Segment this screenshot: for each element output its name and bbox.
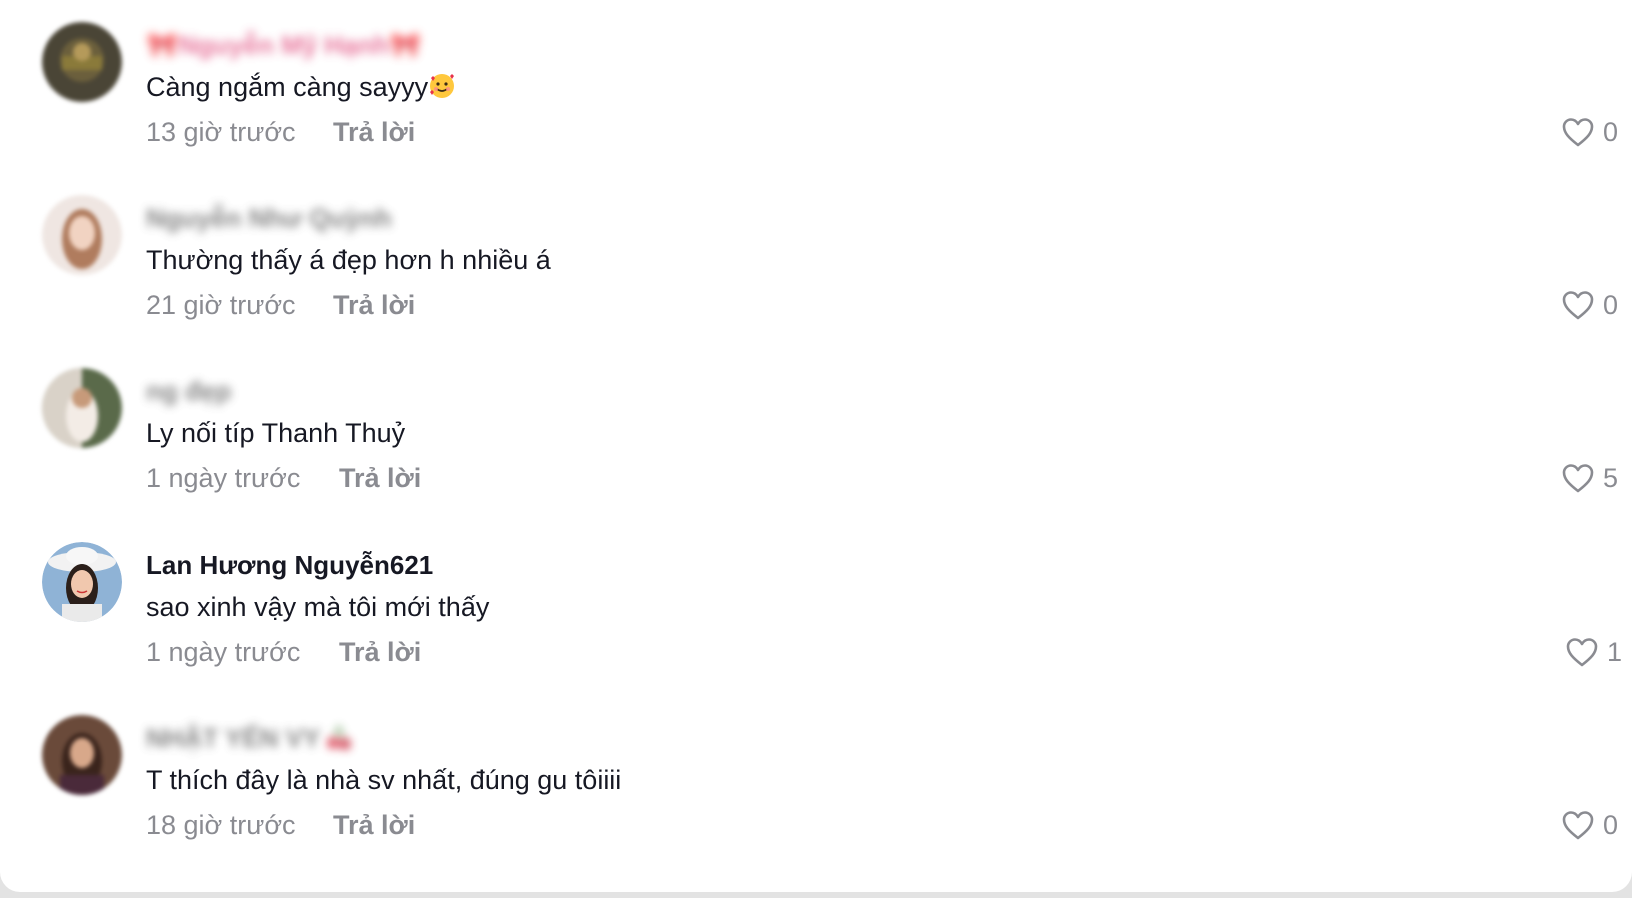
- comment-timestamp: 13 giờ trước: [146, 117, 296, 147]
- comment-item: 🎀Nguyễn Mỹ Hạnh🎀 Càng ngắm càng sayyy 13…: [0, 0, 1632, 170]
- username-text: NHẬT YẾN VY: [146, 723, 321, 753]
- like-button[interactable]: 0: [1561, 287, 1618, 323]
- smiling-face-with-hearts-icon: [428, 72, 456, 100]
- like-button[interactable]: 0: [1561, 114, 1618, 150]
- comment-timestamp: 21 giờ trước: [146, 290, 296, 320]
- reply-button[interactable]: Trả lời: [339, 462, 421, 494]
- reply-button[interactable]: Trả lời: [333, 116, 415, 148]
- cherries-icon: [326, 723, 352, 751]
- comment-list: 🎀Nguyễn Mỹ Hạnh🎀 Càng ngắm càng sayyy 13…: [0, 0, 1632, 892]
- heart-icon: [1562, 811, 1594, 840]
- comment-item: NHẬT YẾN VY T thích đây là nhà sv nhất, …: [0, 693, 1632, 863]
- username[interactable]: ng đẹp: [146, 376, 231, 406]
- like-count: 0: [1602, 117, 1618, 147]
- comment-text: Càng ngắm càng sayyy: [146, 70, 456, 104]
- avatar[interactable]: [42, 715, 122, 795]
- comment-timestamp: 1 ngày trước: [146, 637, 301, 667]
- reply-button[interactable]: Trả lời: [333, 289, 415, 321]
- like-count: 1: [1606, 637, 1622, 667]
- reply-button[interactable]: Trả lời: [339, 636, 421, 668]
- username[interactable]: NHẬT YẾN VY: [146, 723, 352, 753]
- comment-timestamp: 1 ngày trước: [146, 463, 301, 493]
- username[interactable]: 🎀Nguyễn Mỹ Hạnh🎀: [146, 30, 422, 60]
- like-count: 0: [1602, 810, 1618, 840]
- like-button[interactable]: 5: [1561, 460, 1618, 496]
- like-button[interactable]: 0: [1561, 807, 1618, 843]
- avatar[interactable]: [42, 542, 122, 622]
- heart-icon: [1562, 118, 1594, 147]
- comment-item: Nguyễn Như Quỳnh Thường thấy á đẹp hơn h…: [0, 173, 1632, 343]
- comment-text: T thích đây là nhà sv nhất, đúng gu tôii…: [146, 765, 622, 795]
- reply-button[interactable]: Trả lời: [333, 809, 415, 841]
- comment-text: Ly nối típ Thanh Thuỷ: [146, 418, 406, 448]
- like-count: 0: [1602, 290, 1618, 320]
- comment-text: sao xinh vậy mà tôi mới thấy: [146, 592, 490, 622]
- heart-icon: [1562, 464, 1594, 493]
- username[interactable]: Lan Hương Nguyễn621: [146, 550, 433, 580]
- heart-icon: [1562, 291, 1594, 320]
- comment-text-content: Càng ngắm càng sayyy: [146, 72, 429, 102]
- avatar[interactable]: [42, 22, 122, 102]
- like-count: 5: [1602, 463, 1618, 493]
- comment-timestamp: 18 giờ trước: [146, 810, 296, 840]
- comment-text: Thường thấy á đẹp hơn h nhiều á: [146, 245, 551, 275]
- heart-icon: [1566, 638, 1598, 667]
- username[interactable]: Nguyễn Như Quỳnh: [146, 203, 392, 233]
- like-button[interactable]: 1: [1565, 634, 1622, 670]
- avatar[interactable]: [42, 368, 122, 448]
- comment-item: Lan Hương Nguyễn621 sao xinh vậy mà tôi …: [0, 520, 1632, 690]
- avatar[interactable]: [42, 195, 122, 275]
- comment-item: ng đẹp Ly nối típ Thanh Thuỷ 1 ngày trướ…: [0, 346, 1632, 516]
